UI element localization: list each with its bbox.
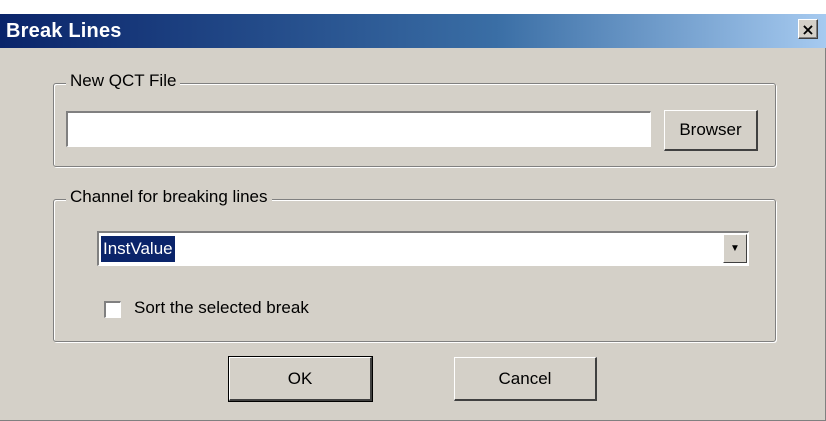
title-bar[interactable]: Break Lines × [0,14,826,48]
channel-group: Channel for breaking lines [53,187,776,342]
dropdown-arrow-icon[interactable]: ▼ [723,234,747,263]
sort-selected-break-label[interactable]: Sort the selected break [134,298,309,318]
browser-button[interactable]: Browser [664,110,758,151]
sort-selected-break-checkbox[interactable] [104,301,121,318]
close-button[interactable]: × [798,19,818,39]
ok-button[interactable]: OK [228,356,373,402]
chevron-down-icon: ▼ [730,243,740,254]
channel-selected-value: InstValue [101,236,175,262]
window-title: Break Lines [6,19,122,42]
window-top-strip [0,0,826,14]
qct-file-path-input[interactable] [66,111,651,147]
cancel-button[interactable]: Cancel [454,357,597,401]
new-qct-file-label: New QCT File [66,71,181,91]
channel-select[interactable]: InstValue ▼ [97,231,749,266]
close-icon: × [801,20,815,39]
channel-label: Channel for breaking lines [66,187,272,207]
